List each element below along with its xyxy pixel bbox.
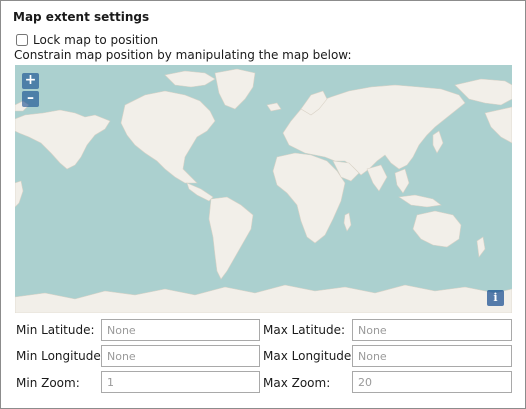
map-instruction-text: Constrain map position by manipulating t…: [14, 48, 352, 62]
map-extent-panel: Map extent settings Lock map to position…: [0, 0, 526, 409]
zoom-out-button[interactable]: –: [22, 91, 39, 107]
min-latitude-input[interactable]: [101, 319, 260, 341]
map-info-button[interactable]: i: [487, 290, 504, 306]
panel-title: Map extent settings: [13, 10, 150, 24]
min-longitude-input[interactable]: [101, 345, 260, 367]
min-longitude-label: Min Longitude:: [16, 349, 105, 363]
world-map[interactable]: [15, 65, 512, 313]
zoom-in-button[interactable]: +: [22, 73, 39, 89]
max-zoom-input[interactable]: [352, 371, 512, 393]
min-latitude-label: Min Latitude:: [16, 323, 95, 337]
lock-map-row[interactable]: Lock map to position: [16, 33, 158, 47]
lock-map-checkbox[interactable]: [16, 34, 28, 46]
max-longitude-label: Max Longitude:: [263, 349, 356, 363]
lock-map-label[interactable]: Lock map to position: [33, 33, 158, 47]
min-zoom-label: Min Zoom:: [16, 376, 80, 390]
zoom-controls: + –: [22, 73, 39, 107]
max-latitude-label: Max Latitude:: [263, 323, 346, 337]
min-zoom-input[interactable]: [101, 371, 260, 393]
map-viewport[interactable]: + – i: [15, 65, 512, 313]
max-latitude-input[interactable]: [352, 319, 512, 341]
max-longitude-input[interactable]: [352, 345, 512, 367]
max-zoom-label: Max Zoom:: [263, 376, 331, 390]
